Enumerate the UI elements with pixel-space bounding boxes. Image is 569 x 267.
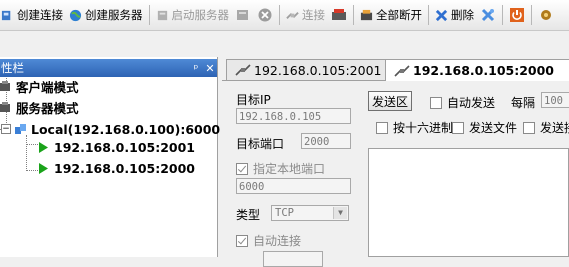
connect-icon	[286, 11, 299, 19]
type-label: 类型	[236, 208, 261, 222]
auto-send-label: 自动发送	[447, 96, 496, 110]
checkbox-box	[376, 121, 388, 134]
auto-send-checkbox[interactable]: 自动发送	[430, 94, 495, 111]
toolbar: 创建连接 创建服务器 启动服务器 连接 全部断开 删除	[0, 0, 569, 31]
connection-tab-icon	[235, 64, 251, 76]
checkbox-box	[430, 96, 442, 109]
tree-connector	[27, 144, 38, 145]
tree-node-label: 服务器模式	[16, 100, 79, 116]
close-circle-icon[interactable]	[257, 7, 273, 23]
tree-node-label: Local(192.168.0.100):6000	[31, 121, 221, 137]
connection-tab-icon	[394, 64, 410, 77]
target-port-label: 目标端口	[236, 137, 285, 151]
interval-input[interactable]: 100	[541, 92, 569, 108]
send-receive-label: 发送接	[540, 121, 569, 135]
specify-local-port-label: 指定本地端口	[253, 162, 326, 176]
tree-node-server-mode[interactable]: 服务器模式	[0, 98, 79, 116]
connection-icon	[1, 10, 11, 20]
target-ip-label: 目标IP	[236, 93, 271, 107]
type-select[interactable]: TCP ▼	[271, 205, 349, 221]
power-icon[interactable]	[509, 7, 525, 23]
tree-connector	[27, 170, 38, 171]
start-server-label: 启动服务器	[171, 8, 230, 22]
send-area-label: 发送区	[371, 94, 408, 109]
connect-label: 连接	[302, 8, 325, 22]
delete-x-icon	[435, 9, 448, 21]
target-ip-input[interactable]: 192.168.0.105	[236, 108, 351, 124]
tree-node-label: 192.168.0.105:2000	[54, 160, 196, 176]
client-icon	[0, 80, 10, 91]
toolbar-separator	[502, 5, 503, 25]
local-server-icon	[15, 123, 26, 134]
delete-label: 删除	[451, 8, 474, 22]
tools-icon[interactable]	[538, 7, 554, 23]
settings-extra-input[interactable]	[263, 251, 323, 267]
create-server-label: 创建服务器	[85, 8, 143, 22]
play-icon	[39, 162, 48, 174]
connect-button[interactable]: 连接	[283, 3, 328, 27]
type-select-value: TCP	[275, 207, 294, 219]
interval-label: 每隔	[511, 96, 536, 110]
play-icon	[39, 141, 48, 153]
tab-connection-2001[interactable]: 192.168.0.105:2001	[226, 59, 386, 80]
create-server-button[interactable]: 创建服务器	[66, 3, 146, 27]
checkbox-box	[236, 162, 248, 175]
create-connection-label: 创建连接	[17, 8, 63, 22]
toolbar-separator	[428, 5, 429, 25]
stop-server-icon[interactable]	[235, 7, 251, 23]
toolbar-separator	[148, 5, 150, 25]
tree-node-client-mode[interactable]: 客户端模式	[0, 77, 79, 95]
server-start-icon	[157, 10, 167, 20]
specify-local-port-checkbox[interactable]: 指定本地端口	[236, 160, 325, 177]
send-file-checkbox[interactable]: 发送文件	[452, 119, 517, 136]
hex-send-checkbox[interactable]: 按十六进制	[376, 119, 453, 136]
auto-connect-label: 自动连接	[253, 234, 302, 248]
tab-connection-2000[interactable]: 192.168.0.105:2000	[385, 59, 569, 81]
checkbox-box	[236, 234, 248, 247]
disconnect-all-icon	[360, 9, 373, 20]
disconnect-all-button[interactable]: 全部断开	[357, 3, 425, 27]
disconnect-icon[interactable]	[331, 7, 347, 23]
toolbar-separator	[531, 5, 532, 25]
toolbar-separator	[279, 5, 280, 25]
pin-icon[interactable]: ᵖ	[189, 62, 203, 75]
globe-icon	[69, 9, 82, 21]
tree-connector	[26, 135, 27, 171]
tree-node-label: 客户端模式	[16, 79, 79, 95]
chevron-down-icon: ▼	[333, 207, 347, 219]
local-port-input[interactable]: 6000	[236, 178, 351, 194]
disconnect-all-label: 全部断开	[376, 8, 422, 22]
target-port-input[interactable]: 2000	[301, 133, 351, 149]
create-connection-button[interactable]: 创建连接	[0, 3, 66, 27]
send-receive-checkbox[interactable]: 发送接	[523, 119, 569, 136]
send-textarea[interactable]	[368, 148, 569, 257]
send-file-label: 发送文件	[469, 121, 518, 135]
delete-button[interactable]: 删除	[432, 3, 477, 27]
tab-label: 192.168.0.105:2001	[254, 62, 382, 78]
server-icon	[0, 101, 10, 112]
sidebar-header: 性栏 ᵖ ✕	[0, 59, 217, 77]
start-server-button[interactable]: 启动服务器	[153, 3, 233, 27]
delete-all-icon[interactable]	[480, 7, 496, 23]
sidebar-title: 性栏	[1, 61, 24, 75]
tree-expander[interactable]: −	[1, 124, 11, 134]
tree-node-connection-2001[interactable]: 192.168.0.105:2001	[38, 138, 195, 156]
checkbox-box	[452, 121, 464, 134]
tree-node-local-server[interactable]: Local(192.168.0.100):6000	[15, 120, 220, 138]
tab-label: 192.168.0.105:2000	[413, 63, 555, 78]
tab-strip: 192.168.0.105:2001 192.168.0.105:2000	[222, 59, 569, 81]
checkbox-box	[523, 121, 535, 134]
send-area-button[interactable]: 发送区	[368, 91, 412, 111]
close-icon[interactable]: ✕	[203, 62, 217, 75]
tree-node-connection-2000[interactable]: 192.168.0.105:2000	[38, 159, 195, 177]
hex-send-label: 按十六进制	[393, 121, 454, 135]
toolbar-separator	[353, 5, 354, 25]
auto-connect-checkbox[interactable]: 自动连接	[236, 232, 301, 249]
tree-node-label: 192.168.0.105:2001	[54, 139, 196, 155]
